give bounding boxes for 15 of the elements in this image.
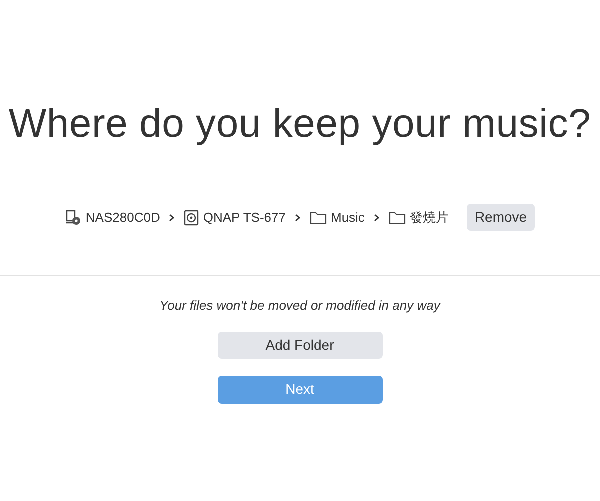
server-icon [64,210,82,226]
chevron-icon [169,214,176,222]
disk-icon [184,210,200,226]
folder-icon [388,210,406,224]
path-label: QNAP TS-677 [203,208,286,227]
path-label: 發燒片 [410,208,449,227]
remove-button[interactable]: Remove [466,204,536,231]
info-note: Your files won't be moved or modified in any way [160,297,440,315]
path-label: NAS280C0D [86,208,160,227]
path-label: Music [330,208,365,227]
page-title: Where do you keep your music? [8,101,592,148]
folder-icon [310,210,327,224]
add-folder-button[interactable]: Add Folder [218,332,382,358]
chevron-icon [294,214,301,222]
chevron-icon [374,214,380,222]
